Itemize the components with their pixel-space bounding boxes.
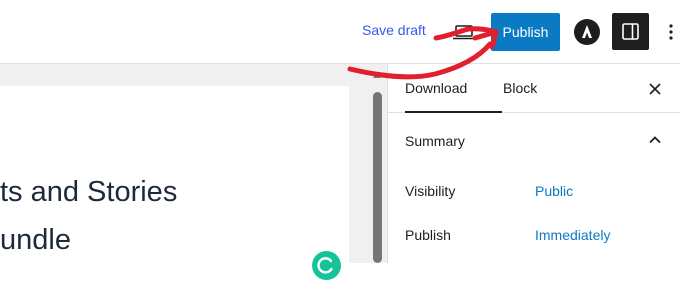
grammarly-button[interactable] bbox=[312, 251, 341, 280]
close-icon bbox=[649, 83, 661, 95]
editor-header: Save draft Publish bbox=[0, 0, 680, 64]
sidebar-tabs: Download Block bbox=[388, 64, 680, 113]
editor-area: ts and Stories undle bbox=[0, 64, 387, 280]
settings-sidebar: Download Block Summary Visibility Public… bbox=[387, 64, 680, 263]
chevron-up-icon bbox=[649, 136, 661, 144]
more-options-icon bbox=[669, 24, 673, 40]
settings-sidebar-toggle[interactable] bbox=[612, 13, 649, 50]
visibility-value-button[interactable]: Public bbox=[535, 183, 573, 199]
post-title-line: ts and Stories bbox=[0, 176, 178, 208]
save-draft-button[interactable]: Save draft bbox=[362, 22, 426, 38]
grammarly-icon bbox=[317, 257, 333, 274]
scrollbar-thumb[interactable] bbox=[373, 92, 382, 263]
publish-date-button[interactable]: Immediately bbox=[535, 227, 610, 243]
publish-button[interactable]: Publish bbox=[491, 13, 560, 51]
publish-label: Publish bbox=[405, 227, 451, 243]
summary-panel-title: Summary bbox=[405, 133, 465, 149]
post-title[interactable]: ts and Stories undle bbox=[0, 168, 349, 264]
preview-button[interactable] bbox=[449, 18, 479, 46]
visibility-label: Visibility bbox=[405, 183, 456, 199]
close-sidebar-button[interactable] bbox=[643, 77, 667, 101]
options-menu-button[interactable] bbox=[662, 18, 680, 46]
desktop-preview-icon bbox=[453, 25, 475, 40]
sidebar-toggle-icon bbox=[622, 23, 639, 40]
astra-settings-button[interactable] bbox=[574, 19, 600, 45]
post-title-line: undle bbox=[0, 224, 71, 256]
scroll-up-arrow[interactable] bbox=[371, 70, 383, 80]
tab-block[interactable]: Block bbox=[503, 64, 543, 113]
summary-panel-toggle[interactable]: Summary bbox=[388, 113, 680, 169]
astra-logo-icon bbox=[582, 25, 592, 38]
editor-canvas[interactable]: ts and Stories undle bbox=[0, 86, 349, 280]
tab-download[interactable]: Download bbox=[405, 64, 502, 113]
